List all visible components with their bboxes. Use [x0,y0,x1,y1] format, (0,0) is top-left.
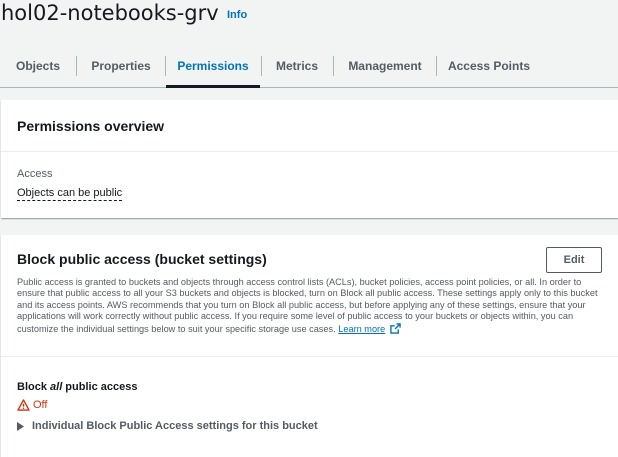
tab-access-points[interactable]: Access Points [437,44,541,87]
access-label: Access [17,168,53,180]
expander-label: Individual Block Public Access settings … [32,420,318,432]
tab-bar: Objects Properties Permissions Metrics M… [0,44,618,88]
divider [1,356,618,357]
block-all-public-access-label: Block all public access [17,381,137,393]
info-link[interactable]: Info [227,9,247,21]
bucket-name-title: hol02-notebooks-grv [1,1,219,25]
block-all-emphasis: all [50,381,63,393]
tab-metrics[interactable]: Metrics [262,44,332,87]
caret-right-icon [17,421,24,431]
tab-objects[interactable]: Objects [0,44,76,87]
status-text: Off [33,399,48,411]
block-public-access-card: Block public access (bucket settings) Ed… [1,235,618,457]
page-header: hol02-notebooks-grv Info [0,0,618,44]
tab-management[interactable]: Management [334,44,436,87]
block-all-prefix: Block [17,381,51,393]
external-link-icon[interactable] [390,322,401,334]
tab-properties[interactable]: Properties [77,44,165,87]
access-value[interactable]: Objects can be public [17,187,123,201]
edit-button[interactable]: Edit [546,247,602,273]
individual-settings-expander[interactable]: Individual Block Public Access settings … [17,420,318,432]
status-indicator: Off [17,399,47,411]
warning-icon [17,399,30,411]
description-text: Public access is granted to buckets and … [17,277,598,334]
block-public-access-description: Public access is granted to buckets and … [17,277,601,335]
permissions-overview-card: Permissions overview Access Objects can … [1,100,618,218]
card-header: Permissions overview [1,100,618,152]
block-public-access-title: Block public access (bucket settings) [17,251,267,267]
learn-more-link[interactable]: Learn more [338,324,385,334]
permissions-overview-title: Permissions overview [17,118,165,134]
tab-permissions[interactable]: Permissions [166,44,260,88]
block-all-suffix: public access [62,381,138,393]
